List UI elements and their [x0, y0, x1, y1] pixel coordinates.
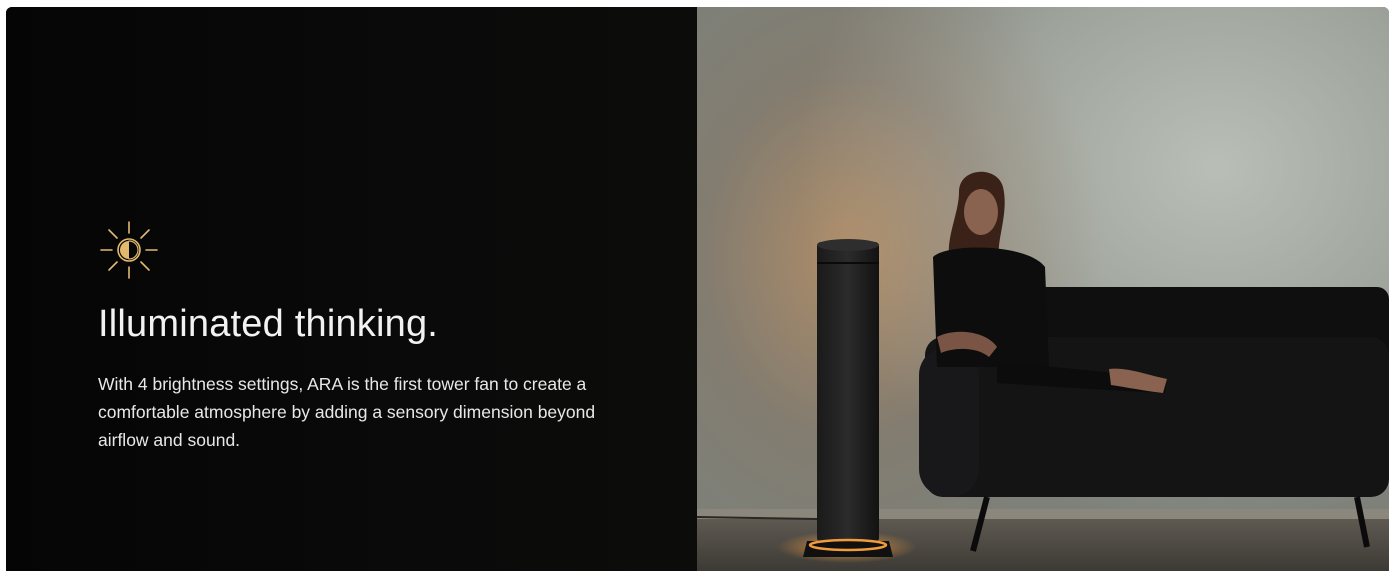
feature-card: Illuminated thinking. With 4 brightness …: [6, 7, 1389, 571]
photo-scene: [697, 171, 1389, 563]
brightness-half-sun-icon: [100, 221, 158, 279]
feature-text-panel: Illuminated thinking. With 4 brightness …: [6, 7, 697, 571]
feature-title: Illuminated thinking.: [98, 303, 439, 345]
tower-fan: [777, 239, 917, 563]
feature-description: With 4 brightness settings, ARA is the f…: [98, 374, 596, 450]
power-cord: [697, 516, 818, 520]
lifestyle-photo: [697, 7, 1389, 571]
